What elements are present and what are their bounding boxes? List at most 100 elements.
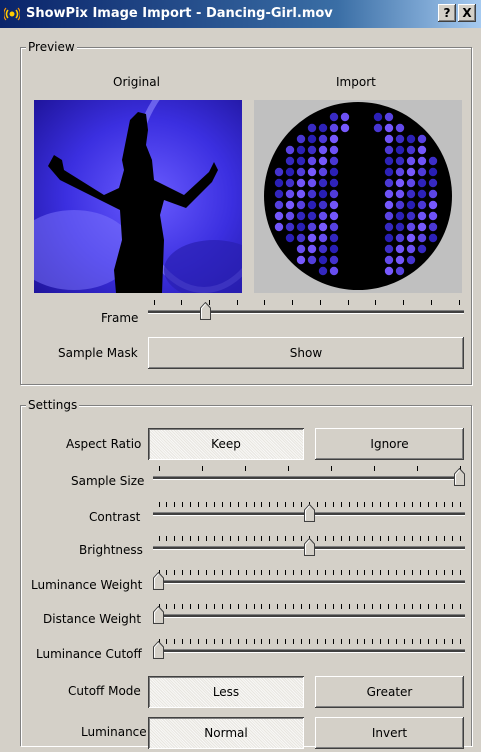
luminance-normal-button[interactable]: Normal (148, 717, 304, 749)
led-dot (384, 189, 394, 199)
led-dot (417, 211, 427, 221)
led-dot (318, 233, 328, 243)
title-bar[interactable]: ShowPix Image Import - Dancing-Girl.mov … (0, 0, 481, 28)
led-dot (406, 145, 416, 155)
aspect-ratio-ignore-button[interactable]: Ignore (315, 428, 464, 460)
slider-track (148, 310, 464, 314)
led-dot (395, 123, 405, 133)
led-dot (384, 156, 394, 166)
preview-legend: Preview (26, 40, 77, 54)
led-dot (329, 255, 339, 265)
luminance-invert-button[interactable]: Invert (315, 717, 464, 749)
led-dot (428, 233, 438, 243)
led-dot (417, 178, 427, 188)
led-dot (307, 255, 317, 265)
distance-weight-slider[interactable] (153, 604, 465, 628)
led-dot (296, 145, 306, 155)
led-dot (274, 211, 284, 221)
window-title: ShowPix Image Import - Dancing-Girl.mov (26, 6, 333, 21)
led-dot (329, 189, 339, 199)
slider-thumb[interactable] (200, 302, 211, 320)
led-dot (296, 167, 306, 177)
led-dot (318, 123, 328, 133)
led-dot (384, 233, 394, 243)
led-dot (406, 189, 416, 199)
led-dot (307, 123, 317, 133)
help-button[interactable]: ? (438, 4, 456, 22)
slider-thumb[interactable] (304, 504, 315, 522)
led-dot (329, 145, 339, 155)
slider-thumb[interactable] (153, 606, 164, 624)
led-dot (307, 178, 317, 188)
led-dot (395, 255, 405, 265)
led-dot (395, 178, 405, 188)
led-dot (373, 123, 383, 133)
aspect-ratio-keep-button[interactable]: Keep (148, 428, 304, 460)
led-dot (428, 222, 438, 232)
luminance-cutoff-slider[interactable] (153, 639, 465, 663)
led-dot (285, 178, 295, 188)
brightness-slider[interactable] (153, 536, 465, 560)
luminance-weight-label: Luminance Weight (31, 578, 143, 592)
led-dot (285, 200, 295, 210)
cutoff-mode-greater-button[interactable]: Greater (315, 676, 464, 708)
led-dot (406, 167, 416, 177)
led-dot (307, 244, 317, 254)
led-dot (395, 244, 405, 254)
led-dot (285, 233, 295, 243)
led-dot (406, 156, 416, 166)
cutoff-mode-less-button[interactable]: Less (148, 676, 304, 708)
led-dot (329, 123, 339, 133)
led-dot (428, 178, 438, 188)
settings-legend: Settings (26, 398, 80, 412)
led-dot (384, 222, 394, 232)
led-dot (406, 200, 416, 210)
led-dot (307, 222, 317, 232)
led-dot (395, 266, 405, 276)
led-dot (274, 189, 284, 199)
led-dot (296, 255, 306, 265)
sample-size-slider[interactable] (153, 466, 465, 490)
led-dot (329, 134, 339, 144)
led-dot (384, 255, 394, 265)
luminance-cutoff-label: Luminance Cutoff (36, 647, 142, 661)
slider-track (153, 580, 465, 584)
led-dot (274, 222, 284, 232)
frame-slider[interactable] (148, 300, 464, 324)
led-dot (428, 167, 438, 177)
led-dot (373, 112, 383, 122)
led-dot (318, 156, 328, 166)
import-preview-image (254, 100, 462, 293)
show-button[interactable]: Show (148, 337, 464, 369)
led-dot (307, 156, 317, 166)
led-dot (318, 178, 328, 188)
led-dot (296, 178, 306, 188)
led-dot (406, 255, 416, 265)
slider-thumb[interactable] (153, 572, 164, 590)
led-dot (406, 233, 416, 243)
led-dot (274, 178, 284, 188)
led-dot (329, 244, 339, 254)
led-dot (296, 156, 306, 166)
led-dot (340, 123, 350, 133)
led-dot (296, 244, 306, 254)
close-button[interactable]: X (458, 4, 476, 22)
slider-track (153, 614, 465, 618)
contrast-slider[interactable] (153, 502, 465, 526)
slider-thumb[interactable] (153, 641, 164, 659)
led-dot (296, 200, 306, 210)
slider-thumb[interactable] (304, 538, 315, 556)
slider-thumb[interactable] (454, 468, 465, 486)
led-dot (285, 145, 295, 155)
luminance-weight-slider[interactable] (153, 570, 465, 594)
led-dot (384, 211, 394, 221)
led-dot (428, 200, 438, 210)
led-dot (285, 189, 295, 199)
led-dot (307, 189, 317, 199)
led-dot (329, 211, 339, 221)
led-dot (318, 255, 328, 265)
slider-ticks (153, 570, 465, 576)
frame-label: Frame (101, 311, 139, 325)
led-dot (329, 222, 339, 232)
led-dot (318, 211, 328, 221)
